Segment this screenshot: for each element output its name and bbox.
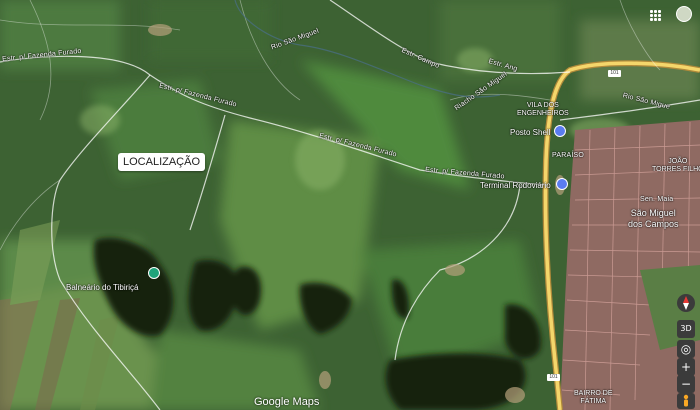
place-label-vila: VILA DOS ENGENHEIROS <box>517 102 569 117</box>
place-label-sen-maia: Sen. Maia <box>640 196 674 203</box>
location-marker-label[interactable]: LOCALIZAÇÃO <box>118 153 206 171</box>
place-label-torres: JOÃO TORRES FILHO <box>652 158 700 173</box>
highway-shield: 101 <box>608 70 621 77</box>
highway-shield: 101 <box>547 374 560 381</box>
place-label-posto: Posto Shell <box>510 128 551 137</box>
my-location-button[interactable]: ◎ <box>677 340 695 358</box>
bus-terminal-pin-icon[interactable] <box>556 178 568 190</box>
3d-toggle-button[interactable]: 3D <box>677 320 695 338</box>
compass-icon[interactable] <box>677 294 695 312</box>
satellite-imagery <box>0 0 700 410</box>
city-label: São Miguel dos Campos <box>628 208 679 229</box>
gas-station-pin-icon[interactable] <box>554 125 566 137</box>
balneario-pin-icon[interactable] <box>148 267 160 279</box>
google-maps-logo: Google Maps <box>254 396 320 408</box>
street-view-pegman-icon[interactable] <box>677 393 695 409</box>
place-label-balneario: Balneário do Tibiriçá <box>66 283 139 292</box>
account-avatar[interactable] <box>676 6 692 22</box>
map-view[interactable]: Estr. p/ Fazenda Furado Estr. p/ Fazenda… <box>0 0 700 410</box>
zoom-in-button[interactable]: + <box>677 358 695 376</box>
place-label-paraiso: PARAÍSO <box>552 152 585 159</box>
apps-grid-icon[interactable] <box>650 10 661 21</box>
place-label-terminal: Terminal Rodoviário <box>480 181 551 190</box>
zoom-out-button[interactable]: − <box>677 375 695 393</box>
place-label-bairro: BAIRRO DE FÁTIMA <box>574 390 613 405</box>
